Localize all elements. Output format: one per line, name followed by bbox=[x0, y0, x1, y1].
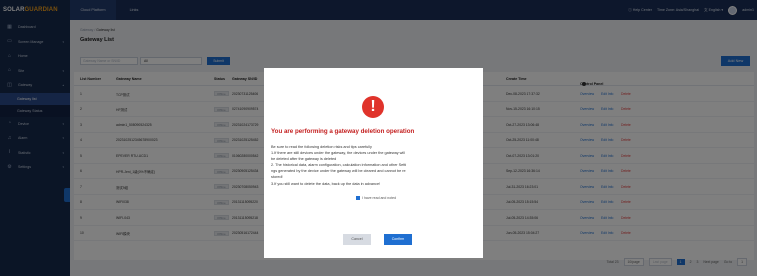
acknowledge-checkbox[interactable]: I have read and noted bbox=[356, 196, 397, 201]
delete-confirm-dialog: ! You are performing a gateway deletion … bbox=[264, 68, 483, 258]
cancel-button[interactable]: Cancel bbox=[343, 234, 371, 245]
warning-icon: ! bbox=[362, 96, 384, 118]
dialog-body: Be sure to read the following deletion r… bbox=[271, 144, 474, 187]
checkbox-checked-icon[interactable] bbox=[356, 196, 360, 201]
dialog-line: 3.If you still want to delete the data, … bbox=[271, 181, 381, 186]
confirm-button[interactable]: Confirm bbox=[384, 234, 412, 245]
checkbox-label: I have read and noted bbox=[362, 196, 397, 200]
dialog-title: You are performing a gateway deletion op… bbox=[271, 128, 415, 135]
